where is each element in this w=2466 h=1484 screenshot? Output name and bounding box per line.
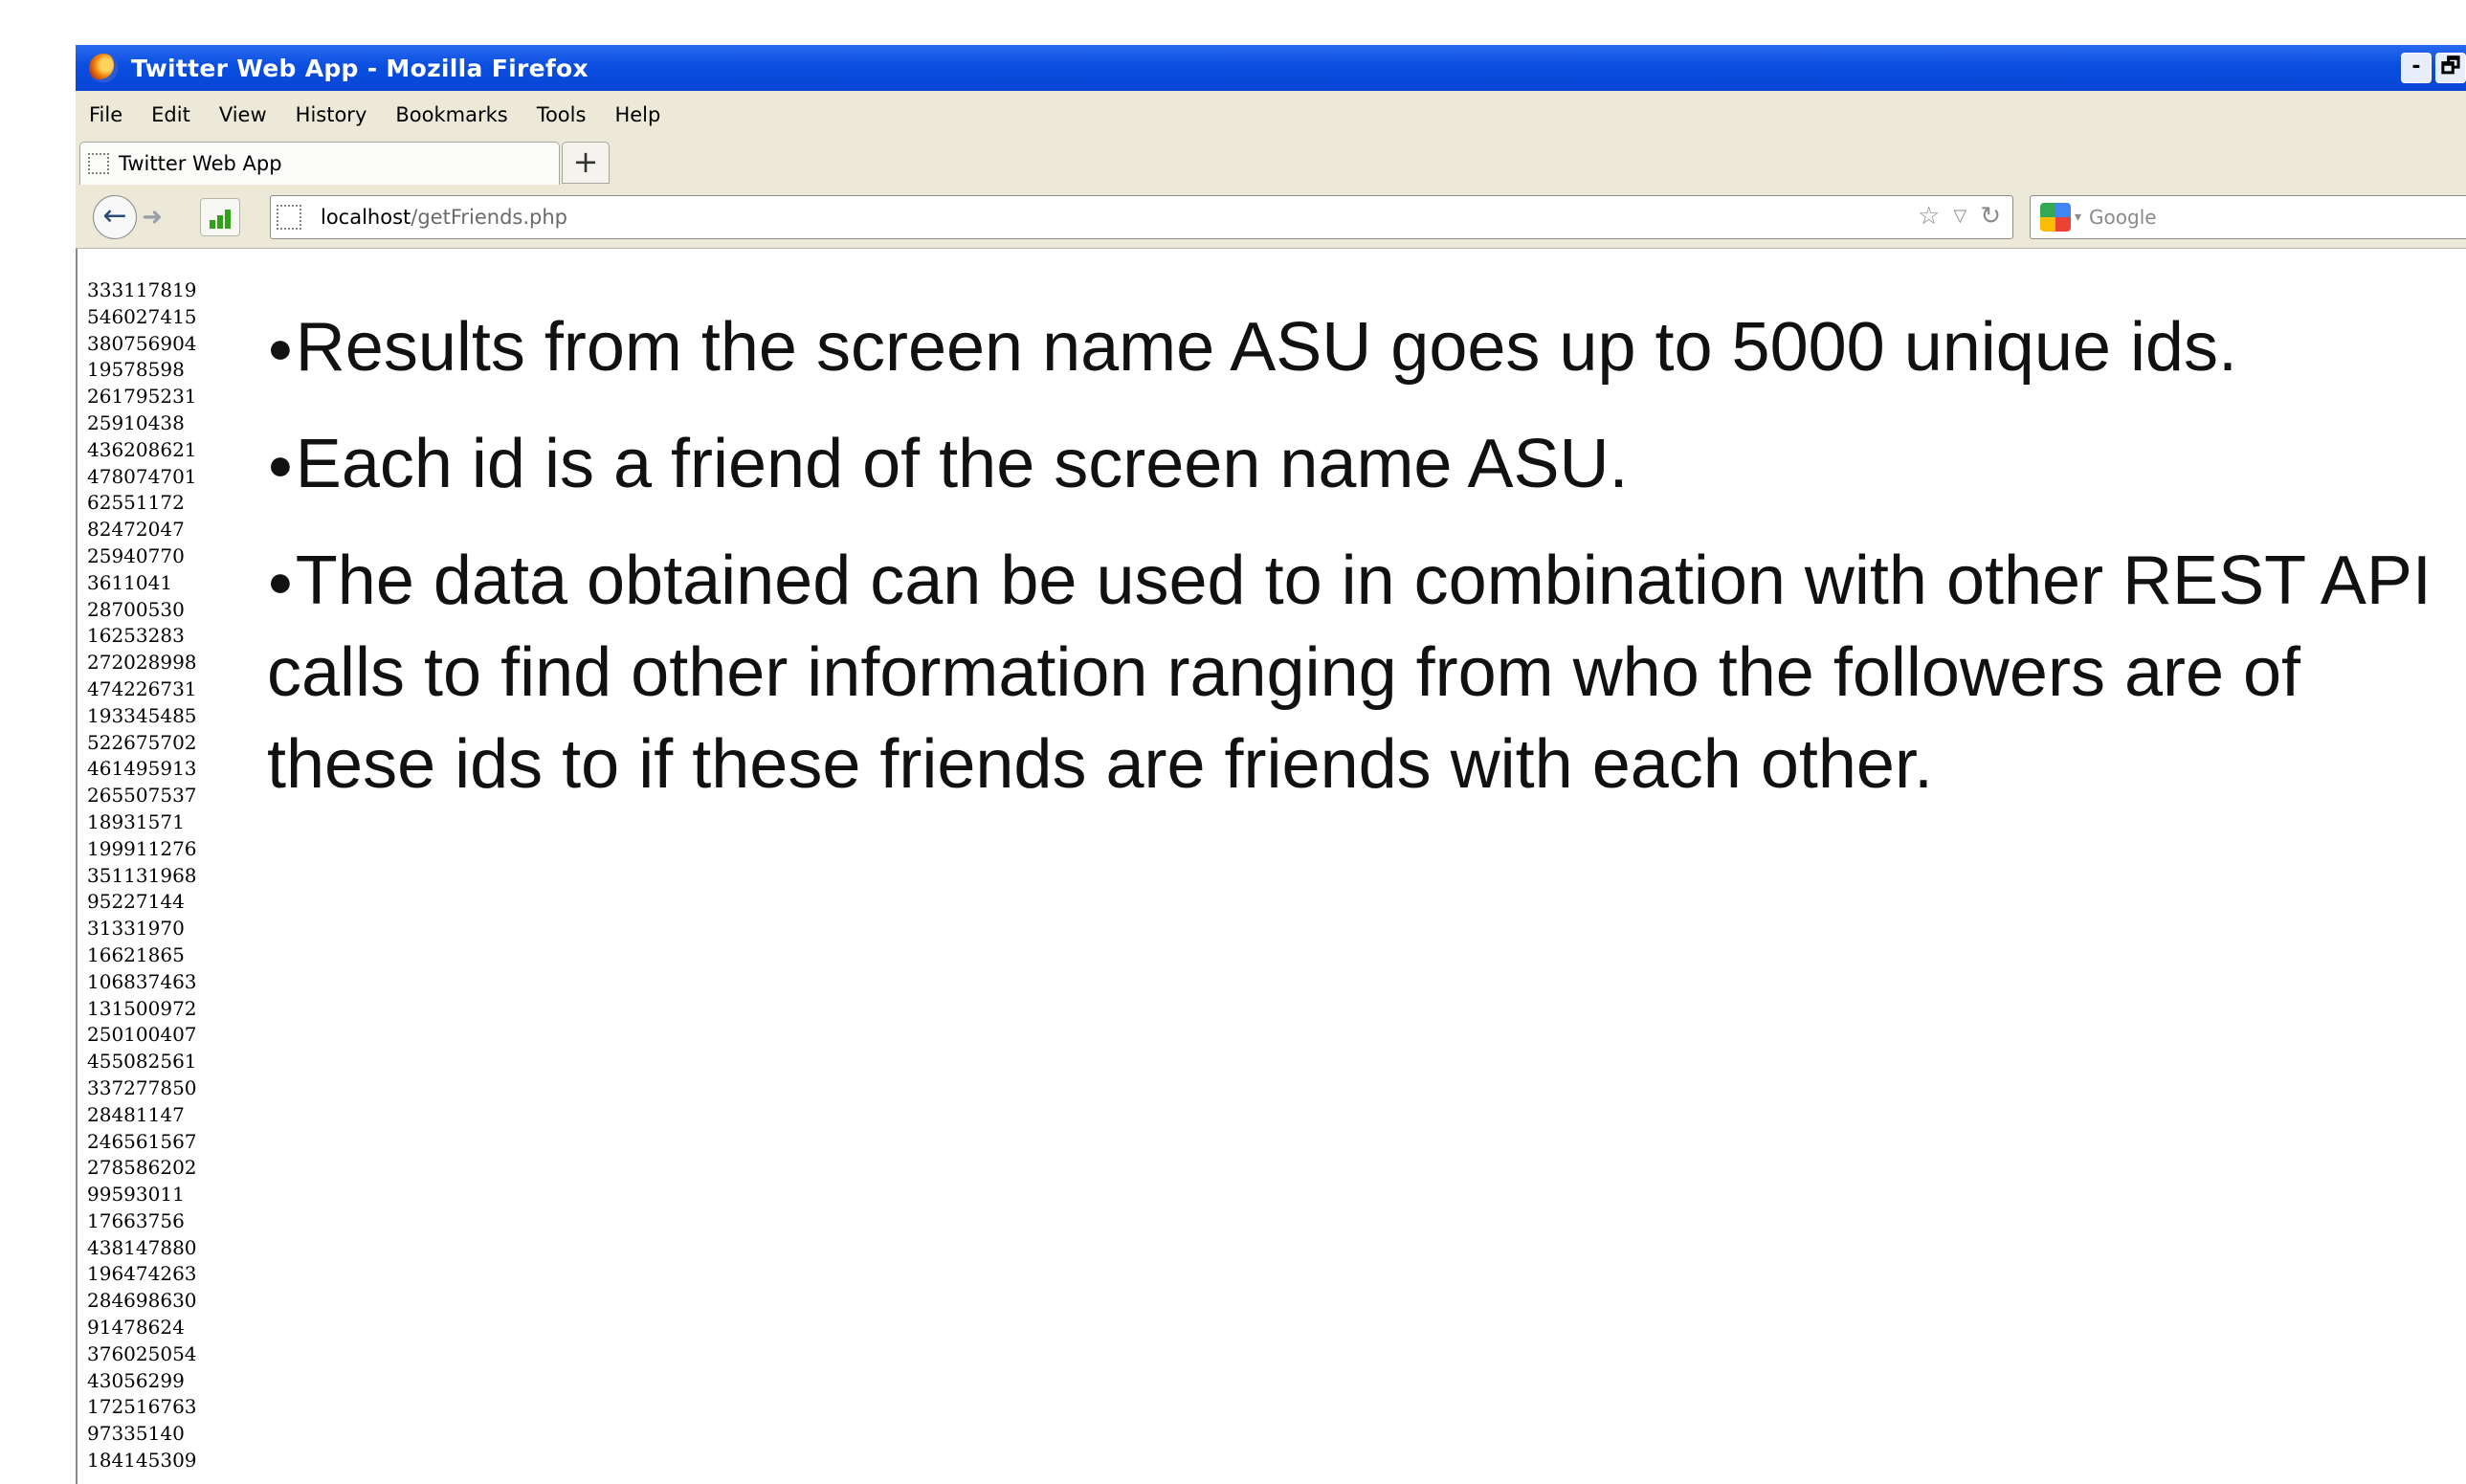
slide-bullets: ●Results from the screen name ASU goes u… (267, 301, 2458, 835)
screen: Twitter Web App - Mozilla Firefox - 🗗 Fi… (0, 0, 2466, 1484)
new-tab-button[interactable]: + (562, 142, 610, 184)
friend-id: 261795231 (87, 385, 197, 409)
window-title: Twitter Web App - Mozilla Firefox (131, 54, 589, 82)
bullet-2-text: Each id is a friend of the screen name A… (295, 426, 1629, 502)
friend-id: 25940770 (87, 543, 185, 567)
friend-id-list: 333117819 546027415 380756904 19578598 26179… (87, 277, 197, 1474)
friend-id: 461495913 (87, 757, 197, 781)
bullet-1: ●Results from the screen name ASU goes u… (267, 301, 2458, 393)
page-content: 333117819 546027415 380756904 19578598 26179… (76, 249, 2466, 1484)
friend-id: 172516763 (87, 1395, 197, 1419)
menu-edit[interactable]: Edit (151, 103, 190, 126)
friend-id: 106837463 (87, 969, 197, 993)
restore-button[interactable]: 🗗 (2435, 53, 2466, 83)
friend-id: 17663756 (87, 1208, 185, 1232)
friend-id: 455082561 (87, 1050, 197, 1074)
friend-id: 43056299 (87, 1368, 185, 1392)
tab-bar: Twitter Web App + (76, 139, 2466, 187)
menu-bar: File Edit View History Bookmarks Tools H… (76, 91, 2466, 140)
bullet-dot: ● (267, 439, 294, 489)
menu-tools[interactable]: Tools (537, 103, 587, 126)
search-bar[interactable]: ▾ Google ⚲ (2030, 195, 2466, 239)
friend-id: 62551172 (87, 491, 185, 515)
forward-arrow-icon: ➜ (142, 203, 163, 232)
reload-icon[interactable]: ↻ (1980, 202, 2001, 231)
page-favicon-icon (88, 153, 109, 174)
window-controls: - 🗗 (2401, 53, 2466, 83)
friend-id: 25910438 (87, 410, 185, 434)
firefox-logo-icon (89, 54, 118, 82)
friend-id: 18931571 (87, 809, 185, 833)
friend-id: 16253283 (87, 624, 185, 648)
bullet-1-text: Results from the screen name ASU goes up… (295, 309, 2237, 386)
signal-bars-icon[interactable] (200, 198, 240, 236)
bookmark-star-icon[interactable]: ☆ (1918, 202, 1940, 231)
friend-id: 474226731 (87, 676, 197, 700)
bullet-dot: ● (267, 322, 294, 372)
friend-id: 478074701 (87, 464, 197, 488)
menu-view[interactable]: View (219, 103, 267, 126)
friend-id: 272028998 (87, 651, 197, 675)
friend-id: 376025054 (87, 1341, 197, 1365)
friend-id: 438147880 (87, 1235, 197, 1259)
menu-help[interactable]: Help (614, 103, 660, 126)
friend-id: 19578598 (87, 358, 185, 382)
address-bar-icons: ☆ ▽ ↻ (1918, 202, 2001, 231)
friend-id: 28481147 (87, 1102, 185, 1126)
navigation-bar: ← ➜ localhost/getFriends.php ☆ ▽ ↻ ▾ Goo… (76, 187, 2466, 249)
friend-id: 196474263 (87, 1262, 197, 1286)
site-identity-icon (277, 205, 301, 230)
friend-id: 284698630 (87, 1289, 197, 1313)
friend-id: 82472047 (87, 518, 185, 542)
friend-id: 193345485 (87, 703, 197, 727)
friend-id: 436208621 (87, 437, 197, 461)
friend-id: 522675702 (87, 730, 197, 754)
friend-id: 28700530 (87, 597, 185, 621)
friend-id: 250100407 (87, 1023, 197, 1047)
friend-id: 184145309 (87, 1449, 197, 1473)
friend-id: 131500972 (87, 996, 197, 1020)
friend-id: 351131968 (87, 863, 197, 887)
menu-file[interactable]: File (89, 103, 122, 126)
back-arrow-icon: ← (102, 199, 127, 233)
friend-id: 265507537 (87, 784, 197, 808)
bullet-3-text: The data obtained can be used to in comb… (267, 543, 2432, 803)
url-path: /getFriends.php (411, 206, 567, 229)
title-bar: Twitter Web App - Mozilla Firefox - 🗗 (76, 45, 2466, 91)
menu-bookmarks[interactable]: Bookmarks (395, 103, 507, 126)
bullet-3: ●The data obtained can be used to in com… (267, 535, 2458, 810)
history-dropdown-icon[interactable]: ▽ (1953, 202, 1966, 231)
friend-id: 95227144 (87, 890, 185, 914)
window-left-border (76, 249, 78, 1484)
search-placeholder: Google (2089, 206, 2157, 229)
friend-id: 99593011 (87, 1183, 185, 1207)
bullet-2: ●Each id is a friend of the screen name … (267, 418, 2458, 510)
google-engine-icon[interactable] (2040, 203, 2071, 232)
friend-id: 337277850 (87, 1075, 197, 1099)
friend-id: 380756904 (87, 331, 197, 355)
bullet-dot: ● (267, 556, 294, 606)
url-host: localhost (321, 206, 411, 229)
back-button[interactable]: ← (93, 195, 137, 239)
forward-button[interactable]: ➜ (137, 202, 167, 233)
friend-id: 97335140 (87, 1422, 185, 1446)
tab-label: Twitter Web App (119, 152, 282, 175)
friend-id: 3611041 (87, 570, 173, 594)
tab-twitter-web-app[interactable]: Twitter Web App (79, 142, 560, 185)
engine-dropdown-icon[interactable]: ▾ (2075, 210, 2081, 225)
friend-id: 31331970 (87, 917, 185, 941)
friend-id: 246561567 (87, 1129, 197, 1153)
friend-id: 16621865 (87, 942, 185, 966)
friend-id: 546027415 (87, 304, 197, 328)
address-bar[interactable]: localhost/getFriends.php ☆ ▽ ↻ (270, 195, 2013, 239)
friend-id: 333117819 (87, 278, 197, 301)
friend-id: 91478624 (87, 1316, 185, 1340)
menu-history[interactable]: History (296, 103, 367, 126)
friend-id: 278586202 (87, 1156, 197, 1180)
friend-id: 199911276 (87, 836, 197, 860)
minimize-button[interactable]: - (2401, 53, 2432, 83)
